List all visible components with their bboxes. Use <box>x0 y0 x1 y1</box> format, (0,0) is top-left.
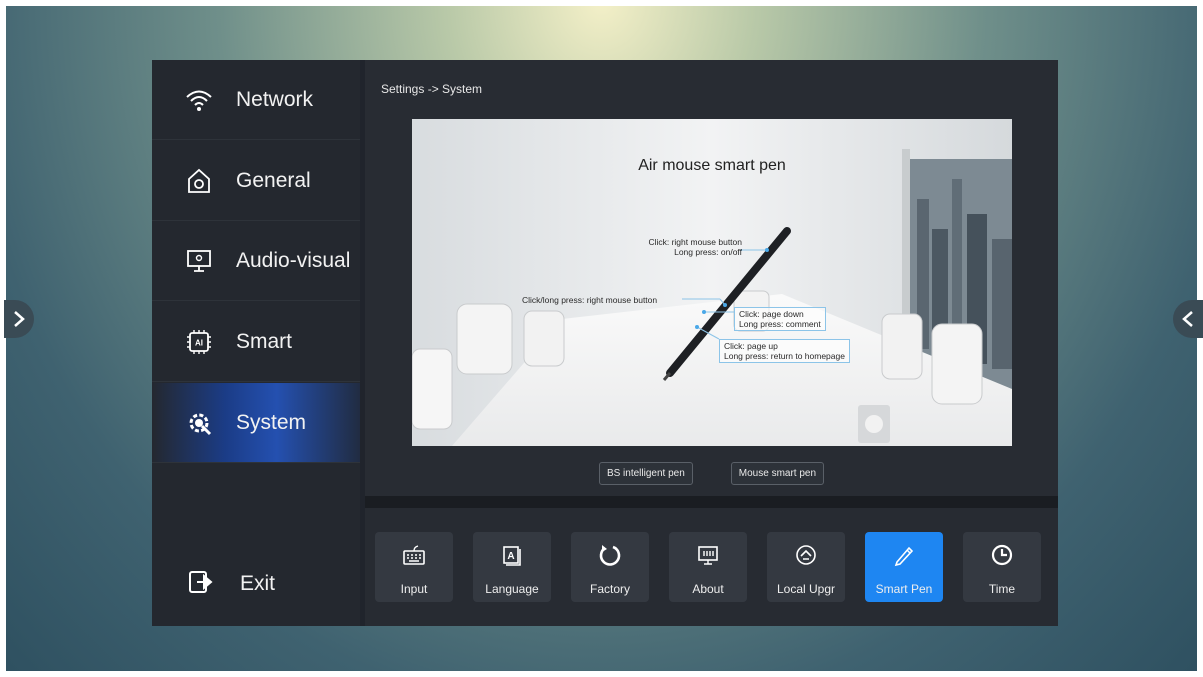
monitor-icon <box>184 246 214 276</box>
sidebar: Network General Audio-visual AI Smart Sy… <box>152 60 360 626</box>
clock-icon <box>963 542 1041 568</box>
tool-label: About <box>692 582 724 596</box>
language-icon: A <box>473 542 551 568</box>
exit-button[interactable]: Exit <box>152 544 360 624</box>
tab-mouse-smart-pen[interactable]: Mouse smart pen <box>730 462 825 485</box>
annotation-text: Long press: on/off <box>674 247 742 257</box>
annotation-text: Click/long press: right mouse button <box>522 295 658 305</box>
sidebar-item-audio-visual[interactable]: Audio-visual <box>152 221 360 301</box>
annotation-text: Long press: return to homepage <box>724 351 845 361</box>
tool-label: Language <box>485 582 539 596</box>
pen-type-tabs: BS intelligent pen Mouse smart pen <box>365 462 1058 485</box>
tool-label: Smart Pen <box>875 582 933 596</box>
tool-input[interactable]: Input <box>375 532 453 602</box>
reset-icon <box>571 542 649 568</box>
expand-left-arrow[interactable] <box>4 300 34 338</box>
annotation-text: Click: right mouse button <box>648 237 742 247</box>
annotation-text: Click: page down <box>739 309 804 319</box>
annotation-text: Long press: comment <box>739 319 821 329</box>
system-gear-icon <box>184 408 214 438</box>
tool-label: Local Upgr <box>776 582 836 596</box>
floating-menu-button[interactable] <box>858 405 890 443</box>
annotation-lower: Click: page up Long press: return to hom… <box>719 339 850 363</box>
wifi-icon <box>184 85 214 115</box>
chevron-left-icon <box>1182 311 1193 327</box>
illustration-title: Air mouse smart pen <box>638 157 786 174</box>
exit-icon <box>188 569 218 599</box>
ai-chip-icon: AI <box>184 327 214 357</box>
tool-label: Time <box>988 582 1016 596</box>
annotation-top: Click: right mouse button Long press: on… <box>628 237 742 257</box>
tool-label: Factory <box>589 582 630 596</box>
tool-smart-pen[interactable]: Smart Pen <box>865 532 943 602</box>
pen-icon <box>865 542 943 568</box>
settings-window: Network General Audio-visual AI Smart Sy… <box>152 60 1058 626</box>
sidebar-item-label: Network <box>236 87 314 111</box>
tool-time[interactable]: Time <box>963 532 1041 602</box>
breadcrumb: Settings -> System <box>381 82 483 96</box>
upgrade-icon <box>767 542 845 568</box>
sidebar-item-label: System <box>236 410 307 434</box>
sidebar-item-label: General <box>236 168 311 192</box>
sidebar-item-label: Audio-visual <box>236 248 351 272</box>
gear-home-icon <box>184 166 214 196</box>
section-divider <box>365 496 1058 508</box>
sidebar-item-network[interactable]: Network <box>152 60 360 140</box>
tool-about[interactable]: About <box>669 532 747 602</box>
sidebar-item-system[interactable]: System <box>152 383 360 463</box>
sidebar-item-smart[interactable]: AI Smart <box>152 302 360 382</box>
sidebar-item-general[interactable]: General <box>152 141 360 221</box>
keyboard-icon <box>375 542 453 568</box>
tool-language[interactable]: A Language <box>473 532 551 602</box>
floating-dot-icon <box>865 415 883 433</box>
svg-text:A: A <box>507 551 514 562</box>
exit-label: Exit <box>240 572 276 595</box>
expand-right-arrow[interactable] <box>1173 300 1203 338</box>
annotation-text: Click: page up <box>724 341 778 351</box>
main-content: Settings -> System Air mouse smart pen C… <box>365 60 1058 496</box>
tab-bs-intelligent-pen[interactable]: BS intelligent pen <box>598 462 693 485</box>
tool-local-upgrade[interactable]: Local Upgr <box>767 532 845 602</box>
tool-label: Input <box>400 582 428 596</box>
about-icon <box>669 542 747 568</box>
smart-pen-illustration: Air mouse smart pen Click: right mouse b… <box>412 119 1012 446</box>
chevron-right-icon <box>14 311 25 327</box>
svg-text:AI: AI <box>195 338 203 347</box>
system-toolbar: Input A Language Factory About Local Upg… <box>365 508 1058 626</box>
tool-factory[interactable]: Factory <box>571 532 649 602</box>
sidebar-item-label: Smart <box>236 329 293 353</box>
annotation-side: Click/long press: right mouse button <box>522 295 657 305</box>
annotation-middle: Click: page down Long press: comment <box>734 307 826 331</box>
